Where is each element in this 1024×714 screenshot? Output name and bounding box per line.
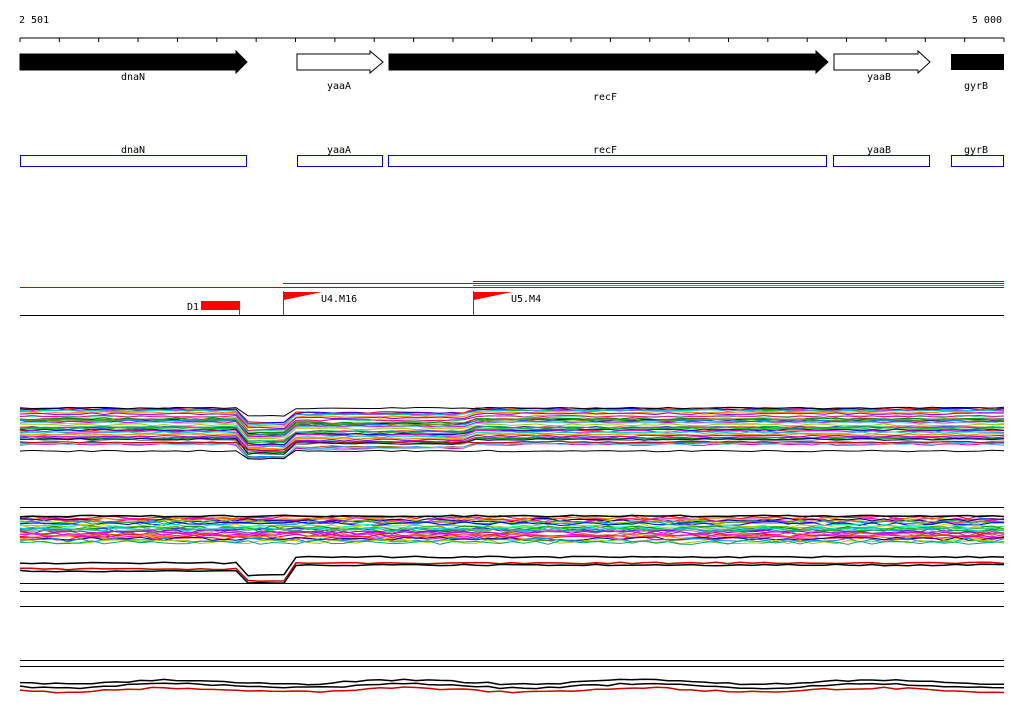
gene-arrow-dnaN[interactable] bbox=[19, 49, 248, 75]
gene-label-gyrB: gyrB bbox=[964, 81, 988, 92]
signal-plot-track-2 bbox=[19, 507, 1005, 607]
gene-label-yaaA: yaaA bbox=[327, 81, 351, 92]
annotation-box-gyrB[interactable] bbox=[951, 155, 1004, 167]
gene-label-recF: recF bbox=[593, 92, 617, 103]
gene-track: dnaN yaaA recF yaaB gyrB bbox=[19, 49, 1004, 103]
feature-label-u4-m16: U4.M16 bbox=[321, 294, 357, 305]
signal-line-dark bbox=[19, 563, 1005, 584]
coordinate-ruler: 2 501 5 000 bbox=[19, 15, 1005, 42]
signal-line-dark bbox=[19, 514, 1005, 518]
gene-label-yaaB: yaaB bbox=[867, 72, 891, 83]
annotation-label-dnaN: dnaN bbox=[121, 145, 145, 156]
feature-track: D1 U4.M16 U5.M4 bbox=[20, 281, 1004, 316]
gene-arrow-yaaB[interactable] bbox=[833, 49, 931, 75]
ruler-end-label: 5 000 bbox=[972, 15, 1002, 26]
annotation-box-dnaN[interactable] bbox=[20, 155, 247, 167]
feature-block-d1[interactable] bbox=[201, 301, 240, 310]
genome-browser-viewer: 2 501 5 000 dnaN yaaA recF yaaB gyrB dna… bbox=[19, 15, 1005, 694]
flag-u5-m4[interactable] bbox=[474, 292, 512, 300]
signal-plot-track-3 bbox=[19, 660, 1005, 694]
gene-arrow-gyrB[interactable] bbox=[951, 54, 1004, 70]
flag-u4-m16[interactable] bbox=[284, 292, 322, 300]
ruler-start-label: 2 501 bbox=[19, 15, 49, 26]
annotation-box-recF[interactable] bbox=[388, 155, 827, 167]
signal-line bbox=[19, 438, 1005, 456]
signal-plot-track-1 bbox=[19, 406, 1005, 460]
feature-label-d1: D1 bbox=[187, 302, 199, 313]
annotation-label-yaaB: yaaB bbox=[867, 145, 891, 156]
annotation-label-recF: recF bbox=[593, 145, 617, 156]
ruler-ticks bbox=[19, 38, 1005, 42]
annotation-box-yaaB[interactable] bbox=[833, 155, 930, 167]
signal-line-dark bbox=[19, 449, 1005, 460]
annotation-label-yaaA: yaaA bbox=[327, 145, 351, 156]
annotation-track: dnaN yaaA recF yaaB gyrB bbox=[20, 145, 1004, 167]
gene-arrow-yaaA[interactable] bbox=[296, 49, 384, 75]
feature-label-u5-m4: U5.M4 bbox=[511, 294, 541, 305]
gene-label-dnaN: dnaN bbox=[121, 72, 145, 83]
annotation-box-yaaA[interactable] bbox=[297, 155, 383, 167]
gene-arrow-recF[interactable] bbox=[388, 49, 829, 75]
annotation-label-gyrB: gyrB bbox=[964, 145, 988, 156]
